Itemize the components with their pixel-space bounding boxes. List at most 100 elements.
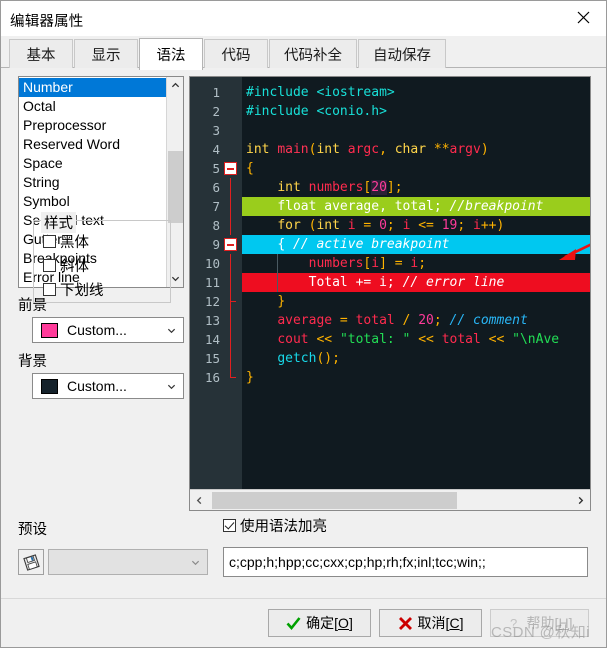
style-checkbox-1[interactable]: 斜体 bbox=[43, 255, 89, 276]
ok-button[interactable]: 确定[O] bbox=[268, 609, 371, 637]
tab-5[interactable]: 自动保存 bbox=[358, 39, 446, 69]
chevron-down-icon[interactable] bbox=[185, 550, 205, 574]
code-token: { bbox=[277, 237, 293, 252]
style-checkbox-0[interactable]: 黑体 bbox=[43, 231, 89, 252]
code-token: << bbox=[410, 332, 442, 347]
code-token: ; bbox=[433, 313, 450, 328]
tab-label: 显示 bbox=[91, 48, 121, 64]
use-syntax-highlight-label: 使用语法加亮 bbox=[240, 519, 327, 535]
tab-4[interactable]: 代码补全 bbox=[269, 39, 357, 69]
tab-label: 语法 bbox=[156, 48, 186, 64]
style-checkbox-label: 黑体 bbox=[60, 235, 89, 251]
code-token: total bbox=[441, 332, 481, 347]
code-token: <= bbox=[410, 218, 442, 233]
preset-combo[interactable] bbox=[48, 549, 208, 575]
code-token: total bbox=[355, 313, 395, 328]
code-token: << bbox=[308, 332, 340, 347]
code-token: ; bbox=[418, 256, 427, 271]
background-label: 背景 bbox=[18, 354, 47, 370]
cancel-button-label-close: ] bbox=[459, 615, 464, 631]
code-token: 20 bbox=[418, 313, 434, 328]
line-number: 13 bbox=[204, 313, 220, 328]
code-token: << bbox=[480, 332, 513, 347]
fold-toggle-icon[interactable] bbox=[224, 238, 237, 251]
code-token: 20 bbox=[371, 180, 387, 195]
tab-2[interactable]: 语法 bbox=[139, 38, 203, 70]
line-number: 3 bbox=[212, 123, 220, 138]
code-token: //breakpoint bbox=[449, 199, 544, 214]
chevron-down-icon[interactable] bbox=[161, 374, 181, 398]
scroll-up-icon[interactable] bbox=[167, 77, 183, 94]
element-list-item[interactable]: Preprocessor bbox=[19, 116, 167, 135]
foreground-color-combo[interactable]: Custom... bbox=[32, 317, 184, 343]
code-line: } bbox=[242, 368, 590, 387]
checkbox-box bbox=[43, 235, 56, 248]
style-group-title: 样式 bbox=[41, 212, 76, 233]
help-button-label-close: ] bbox=[568, 615, 573, 631]
code-line: { bbox=[242, 159, 590, 178]
element-list-item[interactable]: Space bbox=[19, 154, 167, 173]
question-icon: ? bbox=[510, 616, 517, 631]
code-token: average bbox=[324, 199, 380, 214]
code-token: 0 bbox=[379, 218, 387, 233]
element-list-item[interactable]: Reserved Word bbox=[19, 135, 167, 154]
line-number: 9 bbox=[212, 237, 220, 252]
fold-toggle-icon[interactable] bbox=[224, 162, 237, 175]
style-checkbox-2[interactable]: 下划线 bbox=[43, 279, 104, 300]
close-icon[interactable] bbox=[560, 1, 606, 34]
element-list-item[interactable]: String bbox=[19, 173, 167, 192]
hscrollbar-thumb[interactable] bbox=[212, 492, 457, 509]
line-number: 11 bbox=[204, 275, 220, 290]
code-token: () bbox=[316, 351, 333, 366]
code-line: float average, total; //breakpoint bbox=[242, 197, 590, 216]
tab-label: 代码补全 bbox=[284, 48, 342, 64]
code-token: ) bbox=[480, 142, 489, 157]
editor-horizontal-scrollbar[interactable] bbox=[190, 489, 590, 510]
code-line: for (int i = 0; i <= 19; i++) bbox=[242, 216, 590, 235]
code-token: = bbox=[332, 313, 356, 328]
scroll-left-icon[interactable] bbox=[190, 490, 209, 510]
code-token: for bbox=[277, 218, 309, 233]
scroll-right-icon[interactable] bbox=[571, 490, 590, 510]
tab-3[interactable]: 代码 bbox=[204, 39, 268, 69]
code-token: i bbox=[371, 256, 380, 271]
code-token: "\nAve bbox=[512, 332, 560, 347]
code-line: #include <conio.h> bbox=[242, 102, 590, 121]
background-color-combo[interactable]: Custom... bbox=[32, 373, 184, 399]
code-token: ; bbox=[457, 218, 474, 233]
indent-guide bbox=[277, 254, 278, 273]
chevron-down-icon[interactable] bbox=[161, 318, 181, 342]
scrollbar-thumb[interactable] bbox=[168, 151, 183, 223]
cancel-button[interactable]: 取消[C] bbox=[379, 609, 482, 637]
element-list-item[interactable]: Number bbox=[19, 78, 167, 97]
line-number: 14 bbox=[204, 332, 220, 347]
code-line: } bbox=[242, 292, 590, 311]
code-token: "total: " bbox=[339, 332, 411, 347]
fold-guide bbox=[230, 254, 231, 273]
help-button-label: 帮助[ bbox=[526, 615, 559, 631]
element-list-item[interactable]: Octal bbox=[19, 97, 167, 116]
fold-guide bbox=[230, 311, 231, 330]
element-list-item[interactable]: Symbol bbox=[19, 192, 167, 211]
tab-0[interactable]: 基本 bbox=[9, 39, 73, 69]
code-line: int main(int argc, char **argv) bbox=[242, 140, 590, 159]
editor-gutter: 1 2 3 4 5 6 7 8 9 10 11 12 13 14 15 16 bbox=[190, 77, 242, 489]
use-syntax-highlight-checkbox[interactable]: 使用语法加亮 bbox=[223, 515, 327, 536]
line-number: 12 bbox=[204, 294, 220, 309]
title-bar: 编辑器属性 bbox=[1, 1, 606, 36]
file-extensions-input[interactable]: c;cpp;h;hpp;cc;cxx;cp;hp;rh;fx;inl;tcc;w… bbox=[223, 547, 588, 577]
code-token: int bbox=[316, 142, 348, 157]
tab-1[interactable]: 显示 bbox=[74, 39, 138, 69]
checkbox-box bbox=[43, 283, 56, 296]
code-token: i bbox=[473, 218, 481, 233]
code-line: { // active breakpoint bbox=[242, 235, 590, 254]
code-token: } bbox=[277, 294, 286, 309]
save-disk-icon[interactable] bbox=[18, 549, 44, 575]
code-preview[interactable]: 1 2 3 4 5 6 7 8 9 10 11 12 13 14 15 16 #include <iostre… bbox=[189, 76, 591, 511]
svg-text:?: ? bbox=[510, 616, 517, 631]
